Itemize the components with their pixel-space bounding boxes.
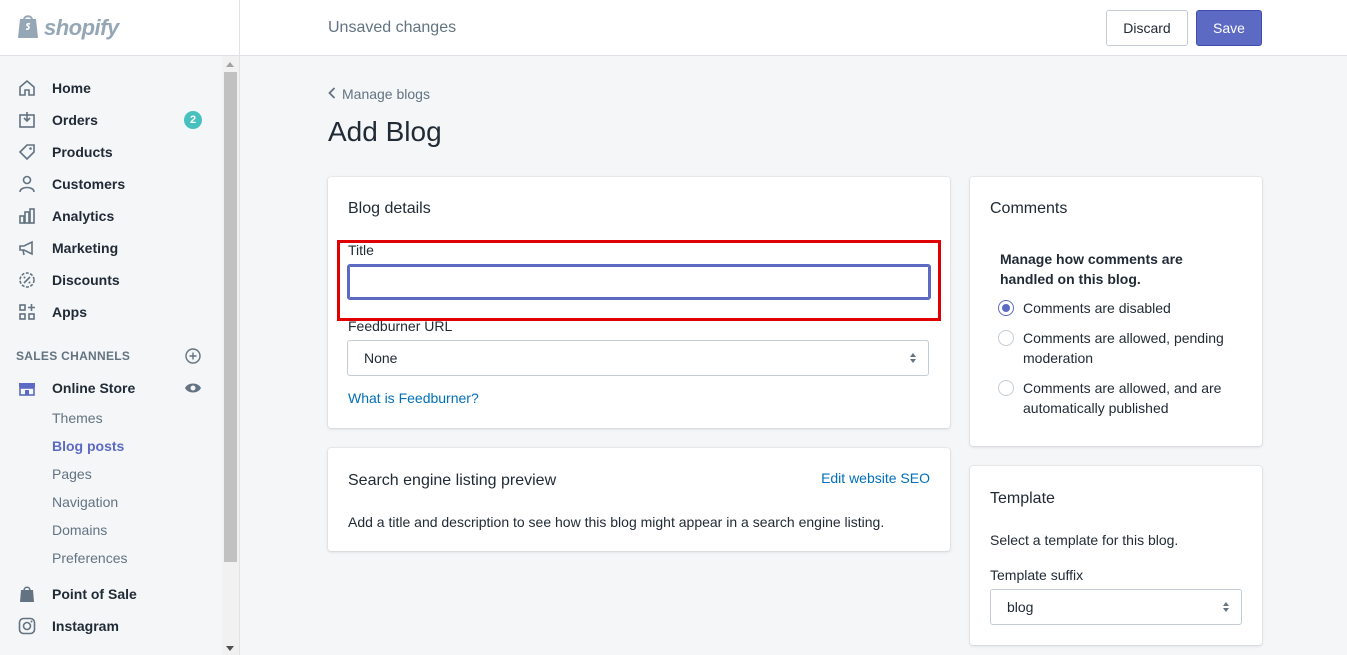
select-arrows-icon [910,353,916,363]
radio-button[interactable] [998,330,1014,346]
analytics-icon [16,205,38,227]
chevron-left-icon [328,86,336,102]
discard-button[interactable]: Discard [1106,10,1188,46]
instagram-icon [16,615,38,637]
megaphone-icon [16,237,38,259]
sub-item-pages[interactable]: Pages [0,460,222,488]
radio-button[interactable] [998,300,1014,316]
sub-item-preferences[interactable]: Preferences [0,544,222,572]
nav-item-orders[interactable]: Orders 2 [0,104,222,136]
nav-item-customers[interactable]: Customers [0,168,222,200]
nav-label: Orders [52,112,98,128]
sub-item-navigation[interactable]: Navigation [0,488,222,516]
nav-item-products[interactable]: Products [0,136,222,168]
nav-item-home[interactable]: Home [0,72,222,104]
sub-item-domains[interactable]: Domains [0,516,222,544]
main-nav: Home Orders 2 Products Customers Analyti… [0,72,222,642]
nav-item-instagram[interactable]: Instagram [0,610,222,642]
nav-label: Apps [52,304,87,320]
sidebar-scrollbar[interactable] [222,56,239,655]
home-icon [16,77,38,99]
radio-label: Comments are allowed, and are automatica… [1023,380,1222,416]
scroll-down-arrow-icon[interactable] [226,646,234,651]
scroll-thumb[interactable] [224,72,237,562]
store-icon [16,377,38,399]
save-button[interactable]: Save [1196,10,1262,46]
radio-label: Comments are allowed, pending moderation [1023,330,1224,366]
nav-item-point-of-sale[interactable]: Point of Sale [0,578,222,610]
what-is-feedburner-link[interactable]: What is Feedburner? [348,390,479,406]
nav-label: Products [52,144,113,160]
nav-item-online-store[interactable]: Online Store [0,372,222,404]
nav-item-discounts[interactable]: Discounts [0,264,222,296]
comments-option-published[interactable]: Comments are allowed, and are automatica… [998,378,1233,418]
discount-icon [16,269,38,291]
nav-label: Customers [52,176,126,192]
card-title: Blog details [348,200,431,217]
nav-label: Instagram [52,618,119,634]
apps-icon [16,301,38,323]
nav-label: Analytics [52,208,115,224]
tag-icon [16,141,38,163]
select-arrows-icon [1223,602,1229,612]
contextual-save-bar: Unsaved changes Discard Save [240,0,1347,56]
template-suffix-label: Template suffix [990,567,1084,583]
comments-option-moderated[interactable]: Comments are allowed, pending moderation [998,328,1233,368]
nav-label: Home [52,80,91,96]
card-title: Search engine listing preview [348,472,557,489]
page-title: Add Blog [328,116,442,147]
brand-wordmark: shopify [44,14,119,40]
nav-item-analytics[interactable]: Analytics [0,200,222,232]
template-suffix-value: blog [1007,599,1034,615]
seo-description: Add a title and description to see how t… [348,514,885,530]
orders-icon [16,109,38,131]
template-card: Template Select a template for this blog… [970,466,1262,645]
logo-bar[interactable]: shopify [0,0,239,56]
template-suffix-select[interactable]: blog [990,589,1242,625]
shopify-bag-icon [16,12,40,43]
highlight-box [337,240,941,321]
add-channel-icon[interactable] [184,347,202,365]
sub-item-themes[interactable]: Themes [0,404,222,432]
pos-bag-icon [16,583,38,605]
template-description: Select a template for this blog. [990,532,1179,548]
seo-preview-card: Search engine listing preview Edit websi… [328,448,950,551]
comments-heading: Manage how comments are handled on this … [1000,251,1183,287]
sidebar: shopify Home Orders 2 Products Customers… [0,0,240,655]
nav-label: Marketing [52,240,119,256]
orders-count-badge: 2 [184,111,202,129]
nav-item-marketing[interactable]: Marketing [0,232,222,264]
scroll-up-arrow-icon[interactable] [226,62,234,67]
edit-website-seo-link[interactable]: Edit website SEO [821,470,930,486]
sales-channels-label: SALES CHANNELS [16,349,131,363]
sales-channels-heading: SALES CHANNELS [0,340,222,372]
nav-label: Discounts [52,272,120,288]
nav-label: Point of Sale [52,586,137,602]
feedburner-select[interactable]: None [347,340,929,376]
comments-option-disabled[interactable]: Comments are disabled [998,298,1233,318]
radio-button[interactable] [998,380,1014,396]
view-store-eye-icon[interactable] [184,379,202,397]
card-title: Comments [990,200,1068,217]
feedburner-label: Feedburner URL [348,318,453,334]
nav-item-apps[interactable]: Apps [0,296,222,328]
breadcrumb-label: Manage blogs [342,86,430,102]
card-title: Template [990,490,1055,507]
feedburner-select-value: None [364,350,398,366]
sub-item-blog-posts[interactable]: Blog posts [0,432,222,460]
breadcrumb[interactable]: Manage blogs [328,86,430,102]
unsaved-changes-text: Unsaved changes [328,19,457,36]
customer-icon [16,173,38,195]
nav-label: Online Store [52,380,136,396]
radio-label: Comments are disabled [1023,300,1171,316]
